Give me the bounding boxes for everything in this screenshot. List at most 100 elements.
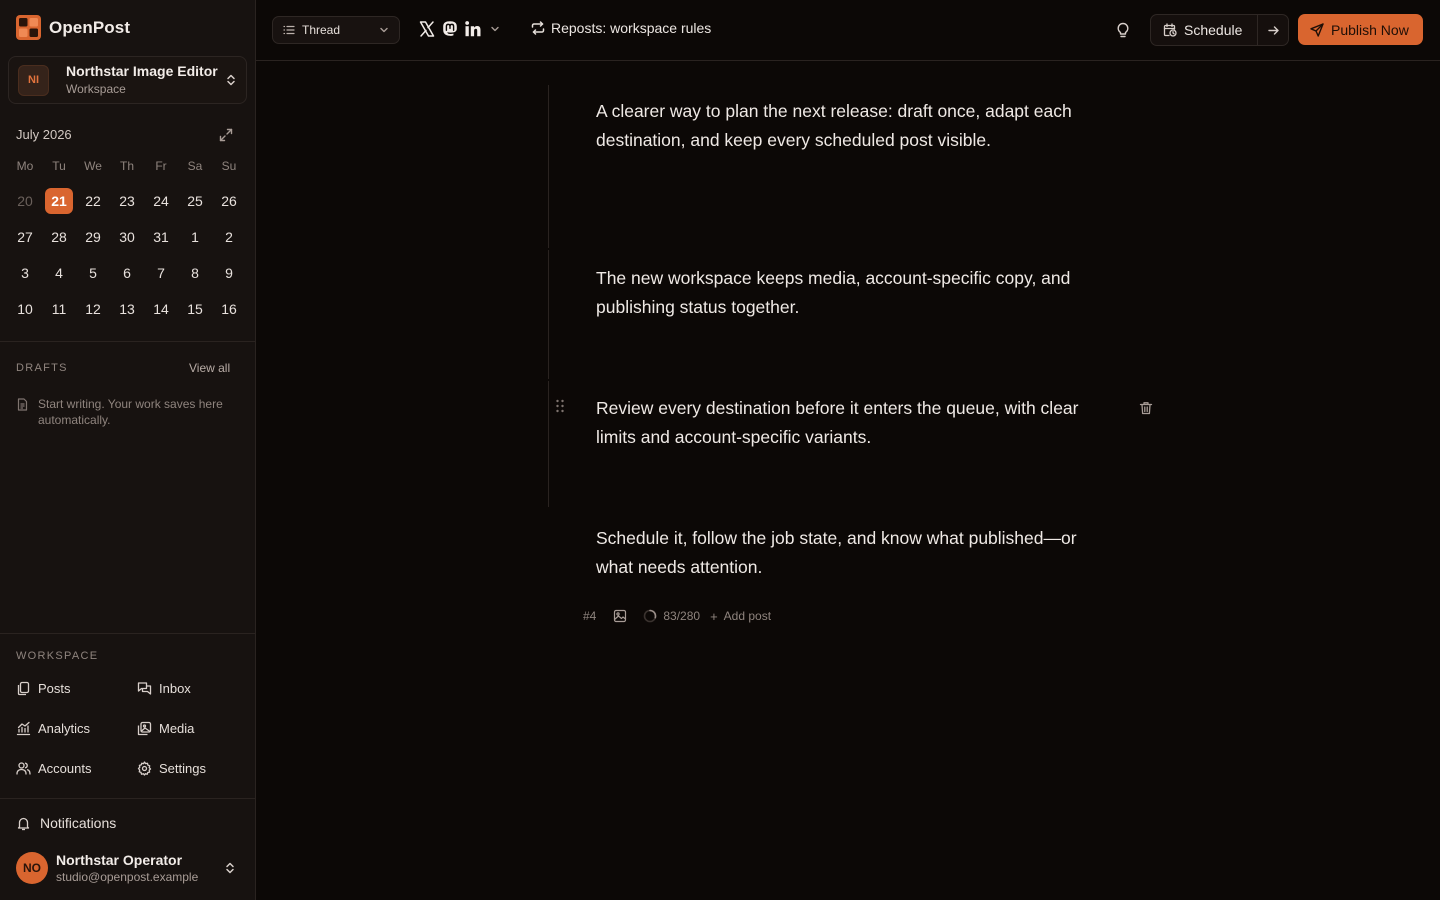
workspace-switcher[interactable]: NI Northstar Image Editor Workspace bbox=[8, 56, 247, 104]
thread-post-1[interactable]: A clearer way to plan the next release: … bbox=[596, 97, 1116, 155]
linkedin-icon bbox=[465, 21, 481, 37]
reposts-rules-button[interactable]: Reposts: workspace rules bbox=[531, 20, 711, 36]
calendar-day[interactable]: 27 bbox=[8, 219, 42, 255]
thread-post-4[interactable]: Schedule it, follow the job state, and k… bbox=[596, 524, 1116, 582]
calendar-day-number: 6 bbox=[123, 265, 131, 281]
calendar-day[interactable]: 11 bbox=[42, 291, 76, 327]
calendar-day[interactable]: 3 bbox=[8, 255, 42, 291]
lightbulb-icon[interactable] bbox=[1114, 21, 1132, 39]
nav-posts[interactable]: Posts bbox=[8, 672, 129, 704]
user-avatar: NO bbox=[16, 852, 48, 884]
calendar-day[interactable]: 4 bbox=[42, 255, 76, 291]
post-index: #4 bbox=[583, 609, 597, 623]
calendar-day[interactable]: 16 bbox=[212, 291, 246, 327]
calendar-weekday: Tu bbox=[52, 159, 66, 173]
calendar-day[interactable]: 5 bbox=[76, 255, 110, 291]
schedule-group: Schedule bbox=[1150, 14, 1289, 46]
calendar-day[interactable]: 12 bbox=[76, 291, 110, 327]
calendar-day-number: 8 bbox=[191, 265, 199, 281]
send-icon bbox=[1310, 22, 1324, 37]
calendar-day[interactable]: 2 bbox=[212, 219, 246, 255]
calendar-day[interactable]: 10 bbox=[8, 291, 42, 327]
drafts-view-all-link[interactable]: View all bbox=[189, 361, 230, 375]
calendar-month: July 2026 bbox=[16, 127, 72, 142]
post-mode-select[interactable]: Thread bbox=[272, 16, 400, 44]
calendar-day-number: 27 bbox=[17, 229, 33, 245]
calendar-day[interactable]: 9 bbox=[212, 255, 246, 291]
calendar-day[interactable]: 26 bbox=[212, 183, 246, 219]
calendar-day[interactable]: 24 bbox=[144, 183, 178, 219]
divider bbox=[0, 798, 255, 799]
nav-accounts-label: Accounts bbox=[38, 760, 92, 776]
drafts-empty-state: Start writing. Your work saves here auto… bbox=[16, 396, 241, 428]
chevron-down-icon bbox=[491, 26, 499, 32]
nav-inbox-label: Inbox bbox=[159, 680, 191, 696]
drag-handle-icon[interactable] bbox=[555, 399, 565, 413]
calendar-day[interactable]: 6 bbox=[110, 255, 144, 291]
calendar-day[interactable]: 29 bbox=[76, 219, 110, 255]
schedule-button[interactable]: Schedule bbox=[1151, 15, 1258, 45]
calendar-day[interactable]: 1 bbox=[178, 219, 212, 255]
schedule-next-button[interactable] bbox=[1258, 15, 1288, 45]
schedule-label: Schedule bbox=[1184, 22, 1243, 38]
calendar-day[interactable]: 15 bbox=[178, 291, 212, 327]
nav-media[interactable]: Media bbox=[129, 712, 248, 744]
workspace-subtitle: Workspace bbox=[66, 82, 126, 96]
calendar-day-number: 20 bbox=[17, 193, 33, 209]
image-icon[interactable] bbox=[613, 609, 627, 623]
calendar-day-today[interactable]: 21 bbox=[42, 183, 76, 219]
calendar-day[interactable]: 13 bbox=[110, 291, 144, 327]
calendar-day[interactable]: 8 bbox=[178, 255, 212, 291]
chevron-down-icon bbox=[380, 27, 388, 33]
add-post-button[interactable]: + Add post bbox=[710, 609, 771, 624]
character-count-ring bbox=[644, 609, 657, 623]
publish-now-label: Publish Now bbox=[1331, 21, 1409, 38]
user-menu[interactable]: NO Northstar Operator studio@openpost.ex… bbox=[8, 848, 248, 888]
mastodon-icon bbox=[443, 21, 457, 36]
list-icon bbox=[283, 25, 295, 35]
calendar-day-number: 3 bbox=[21, 265, 29, 281]
calendar-day[interactable]: 7 bbox=[144, 255, 178, 291]
account-selector[interactable] bbox=[418, 20, 500, 38]
calendar-day-number: 16 bbox=[221, 301, 237, 317]
nav-inbox[interactable]: Inbox bbox=[129, 672, 248, 704]
sidebar: OpenPost NI Northstar Image Editor Works… bbox=[0, 0, 256, 900]
notifications-label: Notifications bbox=[40, 815, 117, 831]
calendar-day[interactable]: 28 bbox=[42, 219, 76, 255]
nav-media-label: Media bbox=[159, 720, 195, 736]
thread-post-3[interactable]: Review every destination before it enter… bbox=[596, 394, 1116, 452]
nav-accounts[interactable]: Accounts bbox=[8, 752, 129, 784]
calendar-day-number: 9 bbox=[225, 265, 233, 281]
calendar-weekday: Su bbox=[221, 159, 237, 173]
calendar-day[interactable]: 30 bbox=[110, 219, 144, 255]
calendar-day[interactable]: 25 bbox=[178, 183, 212, 219]
calendar-day-number: 7 bbox=[157, 265, 165, 281]
notifications-button[interactable]: Notifications bbox=[8, 807, 248, 839]
workspace-text: Northstar Image Editor Workspace bbox=[66, 63, 224, 97]
calendar-weekday: Th bbox=[119, 159, 134, 173]
nav-analytics[interactable]: Analytics bbox=[8, 712, 129, 744]
publish-now-button[interactable]: Publish Now bbox=[1298, 14, 1423, 45]
calendar-day[interactable]: 20 bbox=[8, 183, 42, 219]
trash-icon[interactable] bbox=[1139, 401, 1153, 415]
nav-settings[interactable]: Settings bbox=[129, 752, 248, 784]
calendar-day-number: 11 bbox=[51, 301, 67, 317]
calendar-weekday: Sa bbox=[187, 159, 203, 173]
nav-analytics-label: Analytics bbox=[38, 720, 91, 736]
calendar-day-number: 12 bbox=[85, 301, 101, 317]
thread-post-2[interactable]: The new workspace keeps media, account-s… bbox=[596, 264, 1116, 322]
users-icon bbox=[16, 761, 31, 775]
reposts-label: Reposts: workspace rules bbox=[551, 20, 712, 36]
calendar-header: July 2026 bbox=[8, 124, 248, 146]
calendar-day[interactable]: 31 bbox=[144, 219, 178, 255]
character-count: 83/280 bbox=[663, 609, 701, 623]
calendar-day[interactable]: 14 bbox=[144, 291, 178, 327]
calendar-day-number: 21 bbox=[45, 188, 73, 214]
user-name: Northstar Operator bbox=[56, 851, 183, 868]
expand-icon[interactable] bbox=[219, 128, 233, 142]
brand[interactable]: OpenPost bbox=[16, 15, 130, 40]
calendar-day[interactable]: 22 bbox=[76, 183, 110, 219]
calendar-day-number: 2 bbox=[225, 229, 233, 245]
calendar-day[interactable]: 23 bbox=[110, 183, 144, 219]
calendar-day-number: 28 bbox=[51, 229, 67, 245]
